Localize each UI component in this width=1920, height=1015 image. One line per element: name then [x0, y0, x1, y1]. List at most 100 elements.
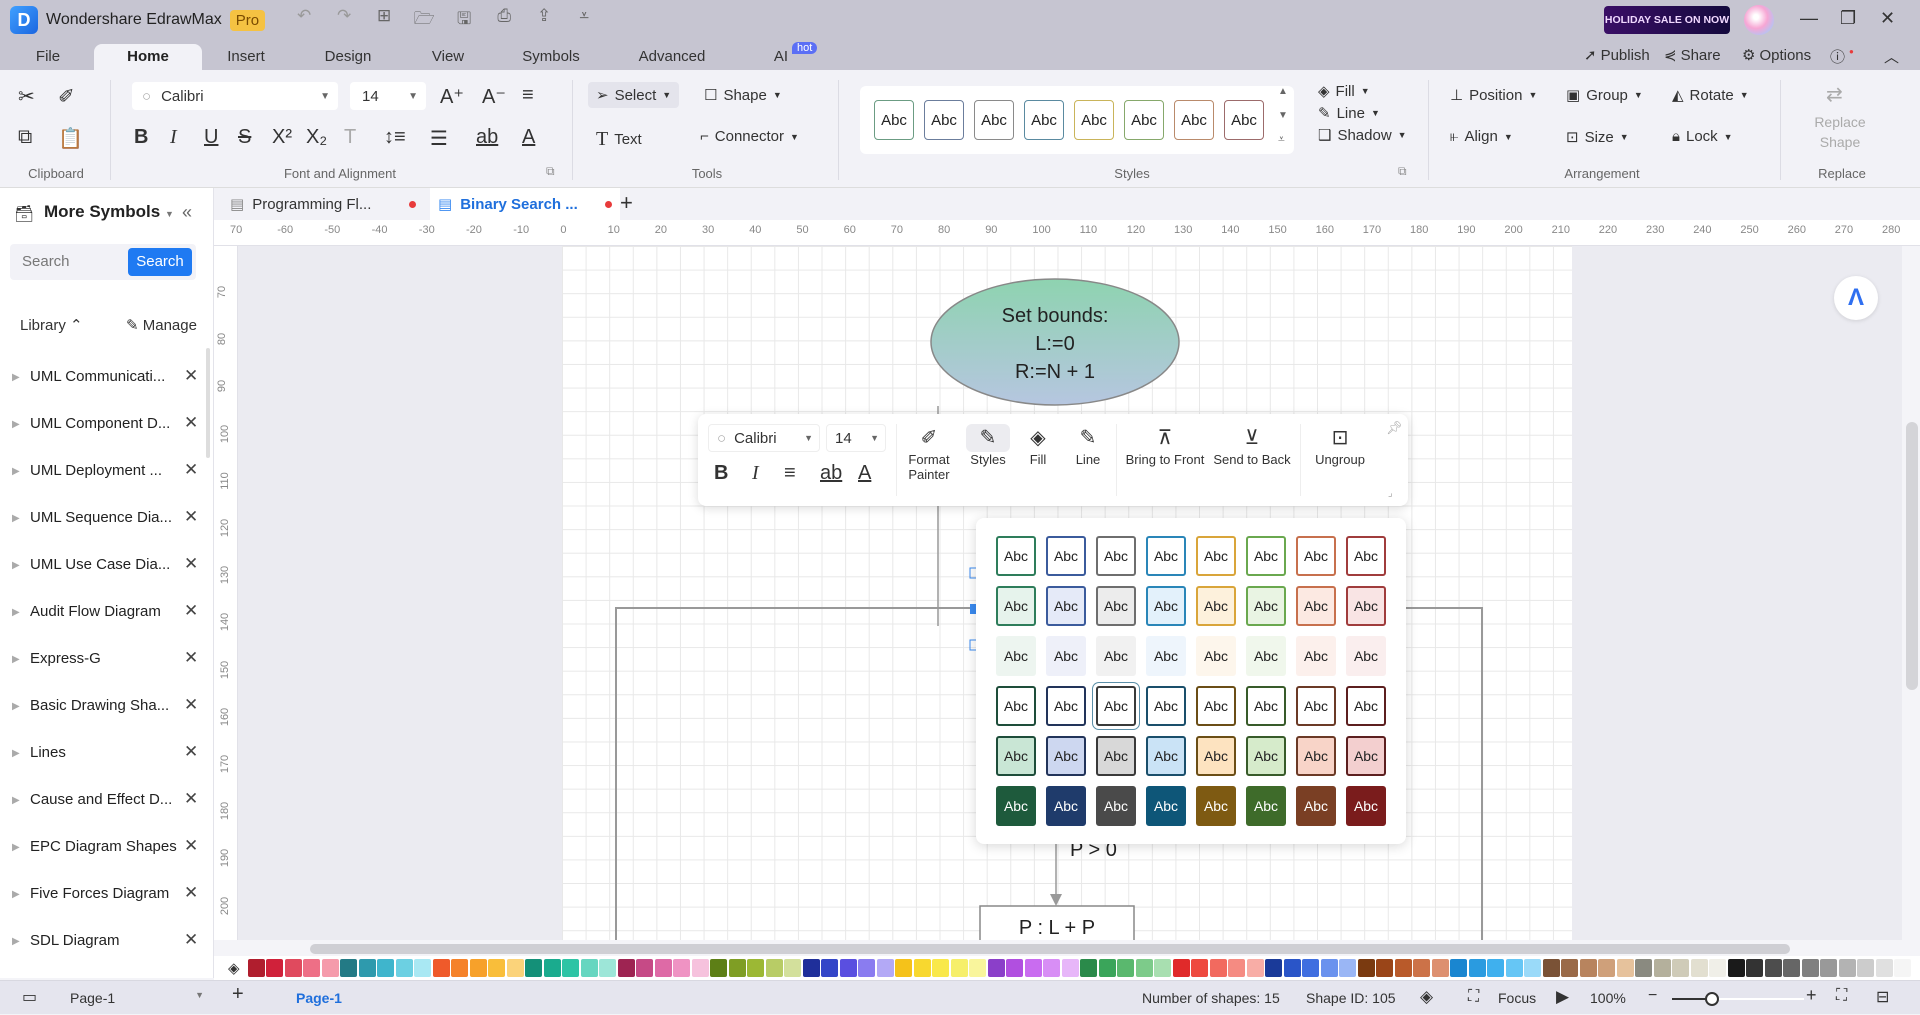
color-swatch[interactable]	[1820, 959, 1838, 977]
color-swatch[interactable]	[747, 959, 765, 977]
rotate-button[interactable]: ◭ Rotate ▼	[1672, 86, 1749, 105]
text-button[interactable]: T Text	[596, 128, 642, 151]
loop-connector-left[interactable]	[615, 607, 994, 940]
play-icon[interactable]: ▶	[1556, 987, 1569, 1007]
color-swatch[interactable]	[1653, 959, 1671, 977]
color-swatch[interactable]	[1431, 959, 1449, 977]
color-swatch[interactable]	[1690, 959, 1708, 977]
text-case-icon[interactable]: T	[344, 126, 356, 149]
style-preset[interactable]: Abc	[1146, 636, 1186, 676]
pro-badge[interactable]: Pro	[229, 9, 266, 31]
style-preset[interactable]: Abc	[1046, 736, 1086, 776]
expand-arrow-icon[interactable]: ▶	[12, 560, 20, 571]
style-preset[interactable]: Abc	[996, 686, 1036, 726]
color-swatch[interactable]	[469, 959, 487, 977]
color-swatch[interactable]	[1080, 959, 1098, 977]
style-preset[interactable]: Abc	[1096, 686, 1136, 726]
scroll-up-icon[interactable]: ▲	[1278, 86, 1288, 97]
expand-arrow-icon[interactable]: ▶	[12, 372, 20, 383]
style-preset[interactable]: Abc	[1196, 786, 1236, 826]
page-tab[interactable]: Page-1	[296, 990, 342, 1006]
highlight-icon[interactable]: ab	[820, 462, 842, 485]
avatar[interactable]	[1744, 5, 1774, 35]
decrease-font-icon[interactable]: A⁻	[482, 84, 506, 109]
close-icon[interactable]: ✕	[184, 413, 198, 433]
sidebar-scrollbar[interactable]	[206, 348, 210, 458]
new-icon[interactable]: ⊞	[373, 6, 395, 35]
copy-icon[interactable]: ⧉	[18, 126, 32, 149]
library-item[interactable]: ▶ SDL Diagram ✕	[0, 928, 206, 968]
expand-arrow-icon[interactable]: ▶	[12, 748, 20, 759]
style-preset[interactable]: Abc	[1124, 100, 1164, 140]
color-swatch[interactable]	[1413, 959, 1431, 977]
align-button[interactable]: ⫦ Align ▼	[1450, 128, 1513, 145]
holiday-sale-banner[interactable]: HOLIDAY SALE ON NOW	[1604, 6, 1730, 34]
color-swatch[interactable]	[1635, 959, 1653, 977]
color-swatch[interactable]	[1450, 959, 1468, 977]
subscript-icon[interactable]: X₂	[306, 126, 327, 149]
tab-home[interactable]: Home	[94, 44, 202, 70]
style-preset[interactable]: Abc	[1346, 736, 1386, 776]
font-size-select[interactable]: 14 ▼	[350, 82, 426, 110]
expand-arrow-icon[interactable]: ▶	[12, 607, 20, 618]
color-swatch[interactable]	[636, 959, 654, 977]
color-swatch[interactable]	[1209, 959, 1227, 977]
color-swatch[interactable]	[1283, 959, 1301, 977]
layers-icon[interactable]: ◈	[1420, 987, 1433, 1007]
color-swatch[interactable]	[599, 959, 617, 977]
style-preset[interactable]: Abc	[874, 100, 914, 140]
color-swatch[interactable]	[691, 959, 709, 977]
color-swatch[interactable]	[377, 959, 395, 977]
focus-icon[interactable]: ⛶	[1468, 988, 1479, 1006]
expand-arrow-icon[interactable]: ▶	[12, 466, 20, 477]
color-swatch[interactable]	[913, 959, 931, 977]
dialog-launcher-icon[interactable]: ⧉	[1398, 164, 1407, 179]
library-item[interactable]: ▶ UML Component D... ✕	[0, 411, 206, 451]
close-icon[interactable]: ✕	[184, 930, 198, 950]
publish-button[interactable]: ➚ Publish	[1584, 46, 1650, 65]
color-swatch[interactable]	[1154, 959, 1172, 977]
close-icon[interactable]: ✕	[1880, 8, 1895, 29]
restore-icon[interactable]: ❐	[1840, 8, 1856, 29]
color-swatch[interactable]	[1061, 959, 1079, 977]
style-preset[interactable]: Abc	[1096, 736, 1136, 776]
style-preset[interactable]: Abc	[1246, 636, 1286, 676]
close-icon[interactable]: ✕	[184, 836, 198, 856]
style-preset[interactable]: Abc	[1296, 786, 1336, 826]
position-button[interactable]: ⊥ Position ▼	[1450, 86, 1537, 105]
bullets-icon[interactable]: ☰	[430, 126, 448, 151]
color-swatch[interactable]	[1801, 959, 1819, 977]
color-swatch[interactable]	[266, 959, 284, 977]
cut-icon[interactable]: ✂	[18, 84, 35, 109]
expand-arrow-icon[interactable]: ▶	[12, 513, 20, 524]
send-to-back-button[interactable]: ⊻ Send to Back	[1210, 424, 1294, 467]
customize-icon[interactable]: ⩡	[573, 6, 595, 35]
tab-view[interactable]: View	[420, 44, 476, 70]
format-painter-icon[interactable]: ✐	[58, 84, 75, 109]
color-swatch[interactable]	[710, 959, 728, 977]
color-swatch[interactable]	[1709, 959, 1727, 977]
color-swatch[interactable]	[1265, 959, 1283, 977]
style-preset[interactable]: Abc	[1296, 686, 1336, 726]
color-swatch[interactable]	[1006, 959, 1024, 977]
focus-label[interactable]: Focus	[1498, 990, 1536, 1006]
close-icon[interactable]: ✕	[184, 695, 198, 715]
style-preset[interactable]: Abc	[1246, 586, 1286, 626]
style-preset[interactable]: Abc	[1346, 686, 1386, 726]
color-swatch[interactable]	[580, 959, 598, 977]
color-swatch[interactable]	[1672, 959, 1690, 977]
bring-to-front-button[interactable]: ⊼ Bring to Front	[1122, 424, 1208, 467]
style-preset[interactable]: Abc	[996, 536, 1036, 576]
horizontal-scrollbar[interactable]	[310, 944, 1790, 954]
style-preset[interactable]: Abc	[1346, 536, 1386, 576]
vertical-scrollbar[interactable]	[1906, 422, 1918, 690]
dialog-launcher-icon[interactable]: ⧉	[546, 164, 555, 179]
color-swatch[interactable]	[1024, 959, 1042, 977]
float-font-family-select[interactable]: ○ Calibri ▼	[708, 424, 820, 452]
color-swatch[interactable]	[1598, 959, 1616, 977]
expand-arrow-icon[interactable]: ▶	[12, 795, 20, 806]
style-preset[interactable]: Abc	[1296, 536, 1336, 576]
fill-bucket-icon[interactable]: ◈	[228, 959, 240, 977]
color-swatch[interactable]	[1320, 959, 1338, 977]
zoom-in-icon[interactable]: +	[1806, 985, 1817, 1006]
